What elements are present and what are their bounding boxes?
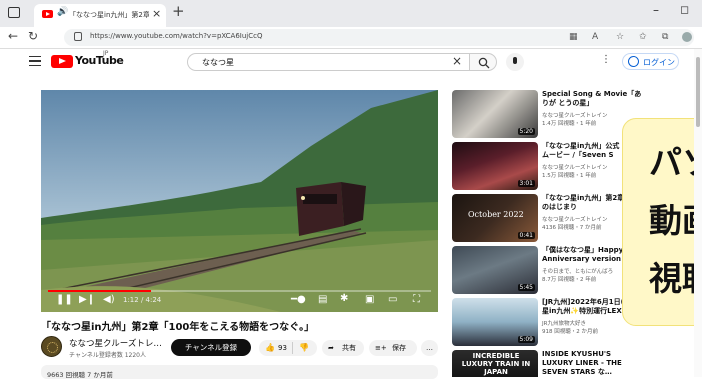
recommendation-channel: JR九州旅物大好き: [542, 321, 586, 327]
audio-playing-icon[interactable]: 🔊: [57, 7, 68, 17]
thumbnail-caption: INCREDIBLE LUXURY TRAIN IN JAPAN: [461, 352, 531, 376]
share-button[interactable]: ➦ 共有: [322, 340, 364, 356]
channel-avatar[interactable]: [41, 336, 62, 357]
page-scrollbar[interactable]: [694, 49, 702, 377]
video-time: 1:12 / 4:24: [123, 296, 162, 304]
pause-icon[interactable]: ❚❚: [56, 294, 73, 305]
miniplayer-icon[interactable]: ▣: [365, 294, 374, 305]
recommendation-meta: 918 回視聴・2 か月前: [542, 329, 598, 335]
overlay-caption: パソ 動画 視聴: [622, 118, 702, 326]
like-divider: [292, 342, 293, 354]
recommendation-meta: 1.4万 回視聴・1 年前: [542, 121, 597, 127]
video-duration: 5:45: [517, 284, 535, 291]
save-button[interactable]: ≡+ 保存: [369, 340, 417, 356]
settings-gear-icon[interactable]: ✱: [340, 293, 348, 304]
share-icon: ➦: [328, 344, 334, 352]
volume-icon[interactable]: ◀): [103, 294, 115, 305]
subtitles-icon[interactable]: ▤: [318, 294, 327, 305]
login-label: ログイン: [643, 58, 675, 67]
video-duration: 0:41: [517, 232, 535, 239]
favorites-icon[interactable]: ✩: [639, 32, 647, 42]
recommendation-thumbnail: 3:01: [452, 142, 538, 190]
video-progress-fill: [48, 290, 152, 292]
recommendation-title: INSIDE KYUSHU'S LUXURY LINER - THE SEVEN…: [542, 350, 622, 376]
clear-search-icon[interactable]: ×: [452, 54, 462, 68]
collections-icon[interactable]: ⧉: [662, 32, 668, 42]
more-options-icon[interactable]: ⋮: [601, 54, 611, 65]
recommendation-meta: 8.7万 回視聴・2 年前: [542, 277, 597, 283]
subscribe-button[interactable]: チャンネル登録: [171, 339, 251, 356]
video-duration: 3:01: [517, 180, 535, 187]
address-bar[interactable]: https://www.youtube.com/watch?v=pXCA6Iuj…: [64, 29, 694, 46]
browser-tab[interactable]: 🔊 「ななつ星in九州」第2章「100 ×: [34, 4, 166, 27]
recommendation-channel: ななつ星クルーズトレイン: [542, 113, 608, 119]
browser-tab-strip: 🔊 「ななつ星in九州」第2章「100 × + – ◻: [0, 0, 702, 27]
grid-icon[interactable]: ▦: [569, 32, 578, 42]
view-count-date: 9663 回視聴 7 か月前: [47, 371, 113, 379]
like-dislike-group: 👍 93 👎: [259, 340, 317, 356]
tab-close-icon[interactable]: ×: [152, 7, 161, 20]
region-code: JP: [103, 50, 109, 57]
video-progress-bar[interactable]: [48, 290, 431, 292]
favorite-add-icon[interactable]: ☆: [616, 32, 624, 42]
fullscreen-icon[interactable]: ⛶: [413, 294, 420, 305]
account-icon: [628, 56, 639, 67]
youtube-logo-text[interactable]: YouTube: [75, 54, 124, 67]
youtube-logo-icon[interactable]: [51, 55, 73, 68]
recommendation-thumbnail: 5:20: [452, 90, 538, 138]
profile-avatar[interactable]: [682, 32, 692, 42]
reload-icon[interactable]: ↻: [28, 29, 38, 43]
like-icon[interactable]: 👍: [265, 340, 275, 356]
scrollbar-thumb[interactable]: [696, 57, 700, 127]
like-count: 93: [278, 344, 287, 352]
url-text: https://www.youtube.com/watch?v=pXCA6Iuj…: [90, 32, 263, 40]
recommendation-meta: 1.5万 回視聴・1 年前: [542, 173, 597, 179]
recommendation-thumbnail: 5:45: [452, 246, 538, 294]
new-tab-icon[interactable]: +: [172, 2, 185, 20]
recommendation-title: Special Song & Movie「ありが とうの星」: [542, 90, 642, 107]
dislike-icon[interactable]: 👎: [299, 340, 309, 356]
recommendation-channel: ななつ星クルーズトレイン: [542, 217, 608, 223]
save-icon: ≡+: [375, 344, 387, 352]
save-label: 保存: [392, 344, 406, 352]
search-input[interactable]: [187, 53, 469, 71]
back-icon[interactable]: ←: [8, 29, 18, 43]
recommendation-meta: 4136 回視聴・7 か月前: [542, 225, 602, 231]
lock-icon: [74, 32, 82, 41]
login-button[interactable]: ログイン: [622, 53, 679, 70]
video-title: 「ななつ星in九州」第2章「100年をこえる物語をつなぐ。」: [41, 322, 315, 333]
theater-mode-icon[interactable]: ▭: [388, 294, 397, 305]
search-button[interactable]: [469, 53, 497, 71]
recommendation-channel: その日まで、ともにがんばろ: [542, 269, 614, 275]
next-icon[interactable]: ▶❙: [79, 294, 95, 305]
tab-title: 「ななつ星in九州」第2章「100: [69, 11, 149, 19]
video-frame: [41, 90, 438, 312]
recommendation-thumbnail: INCREDIBLE LUXURY TRAIN IN JAPAN: [452, 350, 538, 377]
recommendation-thumbnail: October 2022 0:41: [452, 194, 538, 242]
minimize-icon[interactable]: –: [653, 3, 659, 17]
maximize-icon[interactable]: ◻: [680, 3, 689, 16]
channel-name[interactable]: ななつ星クルーズトレ…: [69, 337, 162, 349]
recommendation-channel: ななつ星クルーズトレイン: [542, 165, 608, 171]
hamburger-menu-icon[interactable]: [29, 56, 41, 66]
thumbnail-caption: October 2022: [468, 210, 524, 219]
video-duration: 5:09: [517, 336, 535, 343]
recommendation-thumbnail: 5:09: [452, 298, 538, 346]
search-icon: [478, 57, 490, 69]
share-label: 共有: [342, 344, 356, 352]
voice-search-icon[interactable]: [506, 53, 524, 71]
browser-toolbar: ← ↻ https://www.youtube.com/watch?v=pXCA…: [0, 27, 702, 49]
autoplay-toggle-icon[interactable]: ━●: [291, 294, 306, 305]
video-duration: 5:20: [517, 128, 535, 135]
recommendation-item[interactable]: INCREDIBLE LUXURY TRAIN IN JAPAN INSIDE …: [452, 350, 692, 377]
video-player[interactable]: [41, 90, 438, 312]
read-aloud-icon[interactable]: A: [592, 32, 598, 42]
more-actions-button[interactable]: …: [421, 340, 438, 356]
tab-actions-icon[interactable]: [8, 7, 20, 18]
subscriber-count: チャンネル登録者数 1220人: [69, 352, 146, 359]
youtube-favicon-icon: [42, 10, 53, 18]
